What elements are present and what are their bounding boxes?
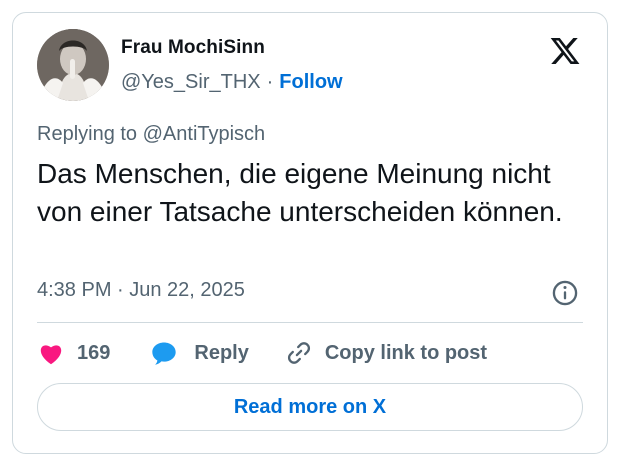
info-icon[interactable] [551, 279, 579, 307]
avatar-image [37, 29, 109, 101]
reply-button[interactable]: Reply [150, 339, 249, 367]
replying-to[interactable]: Replying to @AntiTypisch [37, 123, 265, 146]
author-display-name[interactable]: Frau MochiSinn [121, 37, 265, 59]
read-more-button[interactable]: Read more on X [37, 383, 583, 431]
post-text: Das Menschen, die eigene Meinung nicht v… [37, 158, 563, 227]
post-actions: 169 Reply Copy link to post [37, 335, 487, 371]
embedded-post-card: Frau MochiSinn @Yes_Sir_THX · Follow Reply… [12, 12, 608, 454]
author-handle-row: @Yes_Sir_THX · Follow [121, 71, 343, 94]
post-timestamp[interactable]: 4:38 PM · Jun 22, 2025 [37, 279, 245, 302]
speech-bubble-icon [152, 342, 177, 365]
avatar[interactable] [37, 29, 109, 101]
like-button[interactable]: 169 [37, 339, 110, 367]
copy-link-label: Copy link to post [324, 341, 488, 364]
author-handle[interactable]: @Yes_Sir_THX [121, 71, 261, 93]
heart-icon [40, 345, 62, 365]
divider [37, 322, 583, 323]
x-logo-icon[interactable] [549, 35, 581, 67]
like-count: 169 [77, 341, 111, 364]
reply-label: Reply [194, 341, 249, 364]
link-icon [287, 342, 310, 364]
separator-dot: · [266, 71, 274, 93]
follow-button[interactable]: Follow [279, 71, 342, 93]
copy-link-button[interactable]: Copy link to post [285, 339, 487, 367]
